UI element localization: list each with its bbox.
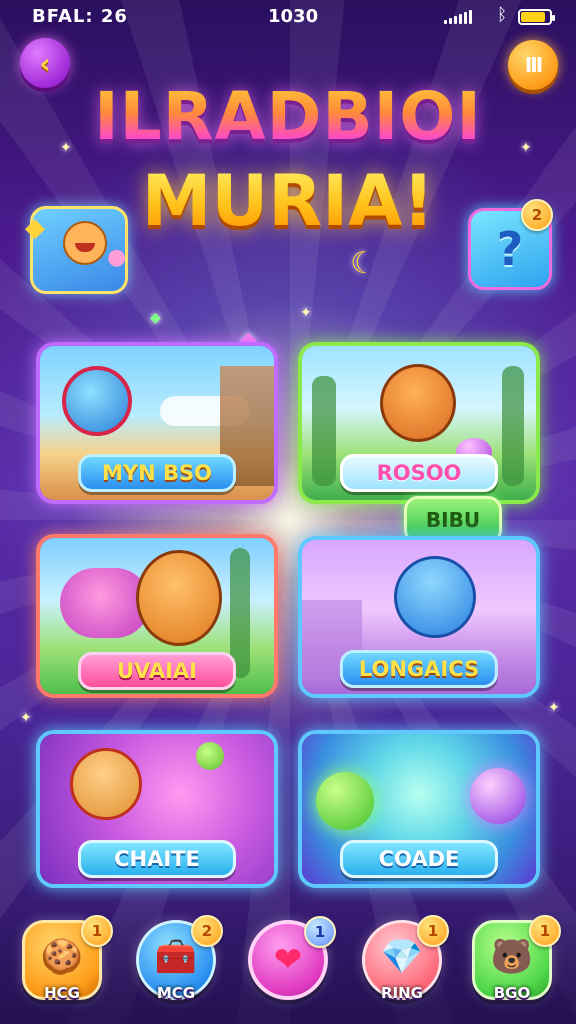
sparkle-icon: ✦ <box>300 305 312 321</box>
profile-mascot-button[interactable]: ◆ ● <box>25 206 128 294</box>
pause-icon: III <box>524 53 543 77</box>
treasure-chest-icon: 🧰 <box>154 936 198 977</box>
card-label: UVAIAI <box>78 652 236 690</box>
girl-character-icon <box>394 556 476 638</box>
card-label: MYN BSO <box>78 454 236 492</box>
bear-character-icon <box>380 364 456 442</box>
crystal-icon: 💎 <box>380 936 424 977</box>
mascot-avatar-icon <box>63 221 107 265</box>
green-orb-icon <box>316 772 374 830</box>
notification-badge: 2 <box>521 199 553 231</box>
notification-badge: 1 <box>81 915 113 947</box>
help-button[interactable]: ? 2 <box>468 199 553 290</box>
purple-orb-icon <box>470 768 526 824</box>
star-candy-icon: ◆ <box>25 213 45 243</box>
fox-character-icon <box>136 550 222 646</box>
notification-badge: 1 <box>417 915 449 947</box>
notification-badge: 1 <box>529 915 561 947</box>
game-title-line1: ILRADBIOI <box>0 78 576 155</box>
cookie-icon: ● <box>107 245 127 270</box>
signal-icon <box>444 10 472 24</box>
candy-icon: ◆ <box>150 310 161 326</box>
game-card-5[interactable]: CHAITE <box>36 730 278 888</box>
sparkle-icon: ✦ <box>20 710 32 726</box>
battery-icon <box>518 9 555 25</box>
bluetooth-icon: ᛒ <box>497 5 508 25</box>
game-card-4[interactable]: LONGAICS <box>298 536 540 698</box>
game-card-1[interactable]: MYN BSO <box>36 342 278 504</box>
back-arrow-icon: ‹ <box>39 46 51 80</box>
sparkle-icon: ✦ <box>548 700 560 716</box>
banana-candy-icon: ☾ <box>350 246 377 281</box>
character-robot-icon <box>62 366 132 436</box>
card-label: COADE <box>340 840 498 878</box>
nav-item-favorites[interactable]: ❤ 1 <box>248 916 336 1000</box>
nav-label-ring: RING <box>381 984 423 1002</box>
notification-badge: 2 <box>191 915 223 947</box>
heart-icon: ❤ <box>273 940 303 980</box>
explorer-character-icon <box>70 748 142 820</box>
card-label: ROSOO <box>340 454 498 492</box>
bear-icon: 🐻 <box>490 936 534 977</box>
game-card-2[interactable]: ROSOO <box>298 342 540 504</box>
game-card-3[interactable]: UVAIAI <box>36 534 278 698</box>
card-label: CHAITE <box>78 840 236 878</box>
status-bar: BFAL: 26 1030 ᛒ <box>0 0 576 36</box>
nav-label-bgo: BGO <box>493 984 531 1002</box>
game-card-6[interactable]: COADE <box>298 730 540 888</box>
nav-label-mcg: MCG <box>156 984 196 1002</box>
status-label: BFAL: 26 <box>32 6 128 27</box>
notification-badge: 1 <box>304 916 336 948</box>
cookie-icon: 🍪 <box>40 936 84 977</box>
card-label: LONGAICS <box>339 650 499 688</box>
status-time: 1030 <box>268 6 319 27</box>
question-mark-icon: ? <box>496 222 524 276</box>
nav-label-hcg: HCG <box>44 984 80 1002</box>
coin-icon <box>196 742 224 770</box>
